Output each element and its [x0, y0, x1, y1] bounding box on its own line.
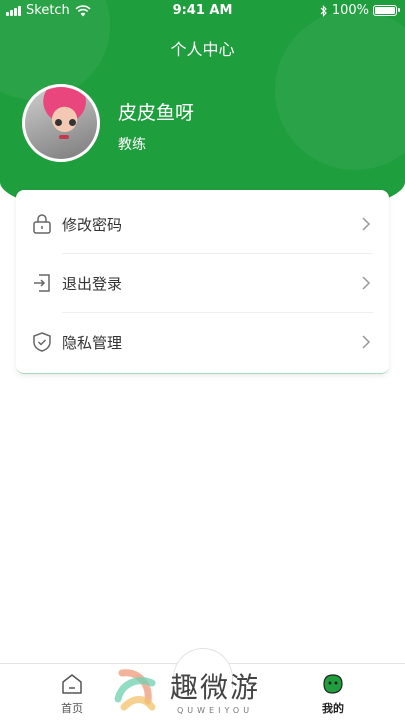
avatar-eye: [69, 119, 76, 126]
chevron-right-icon: [362, 335, 371, 349]
avatar-image: [25, 87, 97, 159]
user-role: 教练: [118, 137, 146, 153]
tab-label: 我的: [322, 702, 344, 715]
tab-home[interactable]: 首页: [42, 672, 102, 716]
status-bar: Sketch 9:41 AM 100%: [0, 0, 405, 22]
menu-item-change-password[interactable]: 修改密码: [16, 195, 389, 253]
watermark-text: 趣微游: [170, 670, 261, 704]
profile-icon: [323, 674, 343, 694]
watermark-text-group: 趣微游 QUWEIYOU: [170, 666, 260, 715]
avatar-mouth: [59, 135, 69, 139]
user-name: 皮皮鱼呀: [118, 102, 195, 124]
menu-item-label: 退出登录: [62, 274, 123, 293]
shield-icon: [33, 332, 51, 352]
battery-icon: [373, 5, 400, 16]
avatar[interactable]: [22, 84, 100, 162]
home-icon: [62, 674, 82, 694]
watermark-subtext: QUWEIYOU: [176, 705, 254, 715]
status-right: 100%: [320, 3, 400, 18]
battery-level: [375, 7, 395, 14]
settings-menu: 修改密码 退出登录 隐私管理: [16, 190, 389, 374]
tab-profile[interactable]: 我的: [303, 672, 363, 716]
chevron-right-icon: [362, 217, 371, 231]
bluetooth-icon: [320, 4, 327, 17]
menu-item-label: 修改密码: [62, 215, 123, 234]
lock-icon: [33, 214, 51, 234]
watermark-logo-icon: [114, 669, 156, 711]
logout-icon: [34, 274, 50, 292]
chevron-right-icon: [362, 276, 371, 290]
tab-label: 首页: [61, 702, 83, 715]
battery-percent: 100%: [331, 3, 369, 18]
avatar-eye: [55, 119, 62, 126]
page-title: 个人中心: [170, 40, 235, 59]
header-decoration: [275, 10, 405, 170]
menu-item-logout[interactable]: 退出登录: [16, 254, 389, 312]
watermark: 趣微游 QUWEIYOU: [108, 662, 303, 718]
menu-item-label: 隐私管理: [62, 333, 123, 352]
menu-item-privacy[interactable]: 隐私管理: [16, 313, 389, 371]
